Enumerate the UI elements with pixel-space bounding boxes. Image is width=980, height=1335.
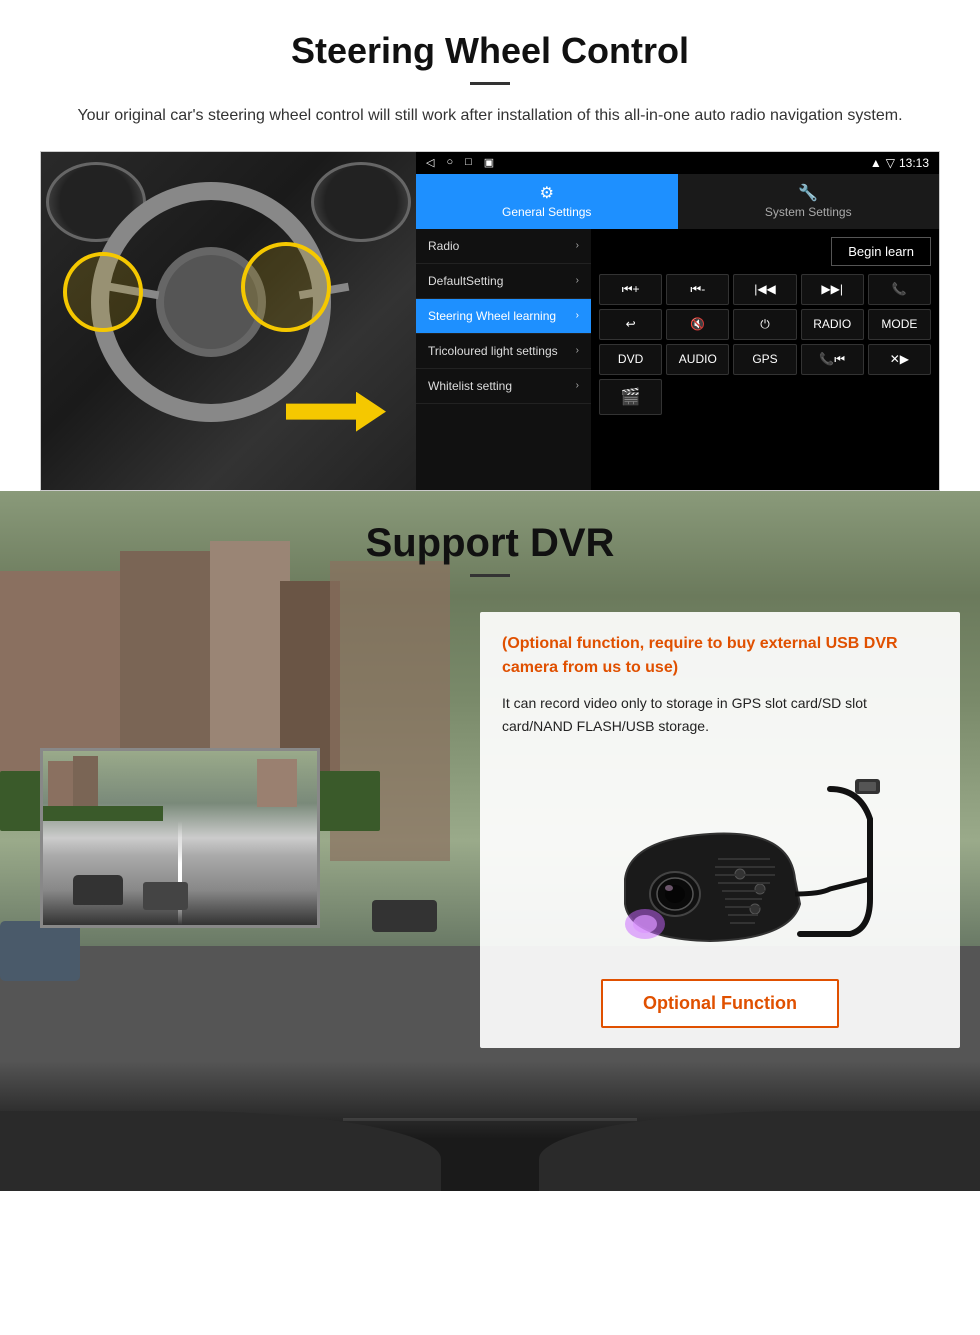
steering-section: Steering Wheel Control Your original car… <box>0 0 980 491</box>
system-icon: 🔧 <box>798 183 818 203</box>
ctrl-btn-vol-down[interactable]: ⏮- <box>666 274 729 305</box>
ctrl-btn-back[interactable]: ↩ <box>599 309 662 340</box>
optional-function-button[interactable]: Optional Function <box>601 979 839 1028</box>
menu-radio-label: Radio <box>428 239 459 253</box>
ctrl-btn-next[interactable]: ▶▶| <box>801 274 864 305</box>
menu-steering-label: Steering Wheel learning <box>428 309 556 323</box>
dvr-content: (Optional function, require to buy exter… <box>0 612 980 1049</box>
status-bar-left: ◁ ○ □ ▣ <box>426 156 494 169</box>
nav-back-icon: ◁ <box>426 156 434 169</box>
menu-item-tricoloured[interactable]: Tricoloured light settings › <box>416 334 591 369</box>
dvr-info-box: (Optional function, require to buy exter… <box>480 612 960 1049</box>
dashcam-car-mid <box>143 882 188 910</box>
control-buttons-grid: ⏮+ ⏮- |◀◀ ▶▶| 📞 ↩ 🔇 ⏻ RADIO MODE DVD AUD… <box>599 274 931 415</box>
menu-whitelist-label: Whitelist setting <box>428 379 512 393</box>
time-display: 13:13 <box>899 156 929 170</box>
steering-wheel-panel <box>41 152 416 491</box>
ctrl-btn-extra[interactable]: 🎬 <box>599 379 662 415</box>
ctrl-btn-phone-prev[interactable]: 📞⏮ <box>801 344 864 375</box>
wifi-icon: ▽ <box>886 156 895 170</box>
chevron-radio-icon: › <box>576 240 579 251</box>
nav-home-icon: ○ <box>446 156 453 169</box>
ctrl-btn-power[interactable]: ⏻ <box>733 309 796 340</box>
begin-learn-row: Begin learn <box>599 237 931 266</box>
tab-system-settings[interactable]: 🔧 System Settings <box>678 174 940 229</box>
chevron-defaultsetting-icon: › <box>576 275 579 286</box>
highlight-circle-right <box>241 242 331 332</box>
highlight-circle-left <box>63 252 143 332</box>
status-bar-right: ▲ ▽ 13:13 <box>870 156 929 170</box>
chevron-whitelist-icon: › <box>576 380 579 391</box>
ctrl-btn-phone-next[interactable]: ✕▶ <box>868 344 931 375</box>
ctrl-btn-mode[interactable]: MODE <box>868 309 931 340</box>
dvr-title: Support DVR <box>0 521 980 566</box>
tab-general-settings[interactable]: ⚙ General Settings <box>416 174 678 229</box>
dvr-description: It can record video only to storage in G… <box>502 692 938 740</box>
steering-title-divider <box>470 82 510 85</box>
ctrl-btn-vol-up[interactable]: ⏮+ <box>599 274 662 305</box>
dashcam-road <box>43 751 317 925</box>
ctrl-btn-radio[interactable]: RADIO <box>801 309 864 340</box>
nav-recents-icon: □ <box>465 156 472 169</box>
dvr-title-divider <box>470 574 510 577</box>
steering-title: Steering Wheel Control <box>40 30 940 72</box>
tab-general-label: General Settings <box>502 205 591 219</box>
dashcam-inset <box>40 748 320 928</box>
dvr-title-area: Support DVR <box>0 491 980 592</box>
right-panel: Begin learn ⏮+ ⏮- |◀◀ ▶▶| 📞 ↩ 🔇 ⏻ RADIO … <box>591 229 939 490</box>
dashcam-car-left <box>73 875 123 905</box>
left-menu: Radio › DefaultSetting › Steering Wheel … <box>416 229 591 490</box>
chevron-steering-icon: › <box>576 310 579 321</box>
signal-icon: ▲ <box>870 156 882 170</box>
ctrl-btn-phone[interactable]: 📞 <box>868 274 931 305</box>
ctrl-btn-gps[interactable]: GPS <box>733 344 796 375</box>
ctrl-btn-mute[interactable]: 🔇 <box>666 309 729 340</box>
dvr-section: Support DVR <box>0 491 980 1191</box>
dvr-left-panel <box>20 612 460 1049</box>
dashcam-hedge <box>43 806 163 821</box>
yellow-arrow <box>286 392 386 432</box>
steering-description: Your original car's steering wheel contr… <box>40 103 940 129</box>
menu-item-steering-wheel[interactable]: Steering Wheel learning › <box>416 299 591 334</box>
begin-learn-button[interactable]: Begin learn <box>831 237 931 266</box>
gauge-right <box>311 162 411 242</box>
android-panel: ◁ ○ □ ▣ ▲ ▽ 13:13 ⚙ General Settings <box>416 152 939 490</box>
dvr-camera-image <box>502 759 938 959</box>
ctrl-btn-audio[interactable]: AUDIO <box>666 344 729 375</box>
menu-tricoloured-label: Tricoloured light settings <box>428 344 558 358</box>
dvr-optional-title: (Optional function, require to buy exter… <box>502 632 938 680</box>
menu-item-default-setting[interactable]: DefaultSetting › <box>416 264 591 299</box>
tab-bar: ⚙ General Settings 🔧 System Settings <box>416 174 939 229</box>
menu-item-whitelist[interactable]: Whitelist setting › <box>416 369 591 404</box>
dvr-camera-svg <box>550 759 890 959</box>
gear-icon: ⚙ <box>540 183 554 203</box>
chevron-tricoloured-icon: › <box>576 345 579 356</box>
main-content: Radio › DefaultSetting › Steering Wheel … <box>416 229 939 490</box>
nav-menu-icon: ▣ <box>484 156 494 169</box>
menu-defaultsetting-label: DefaultSetting <box>428 274 503 288</box>
ctrl-btn-dvd[interactable]: DVD <box>599 344 662 375</box>
screenshot-composite: ◁ ○ □ ▣ ▲ ▽ 13:13 ⚙ General Settings <box>40 151 940 491</box>
tab-system-label: System Settings <box>765 205 852 219</box>
dashcam-building-3 <box>257 759 297 807</box>
dashcam-building-2 <box>73 756 98 811</box>
status-bar: ◁ ○ □ ▣ ▲ ▽ 13:13 <box>416 152 939 174</box>
menu-item-radio[interactable]: Radio › <box>416 229 591 264</box>
ctrl-btn-prev[interactable]: |◀◀ <box>733 274 796 305</box>
